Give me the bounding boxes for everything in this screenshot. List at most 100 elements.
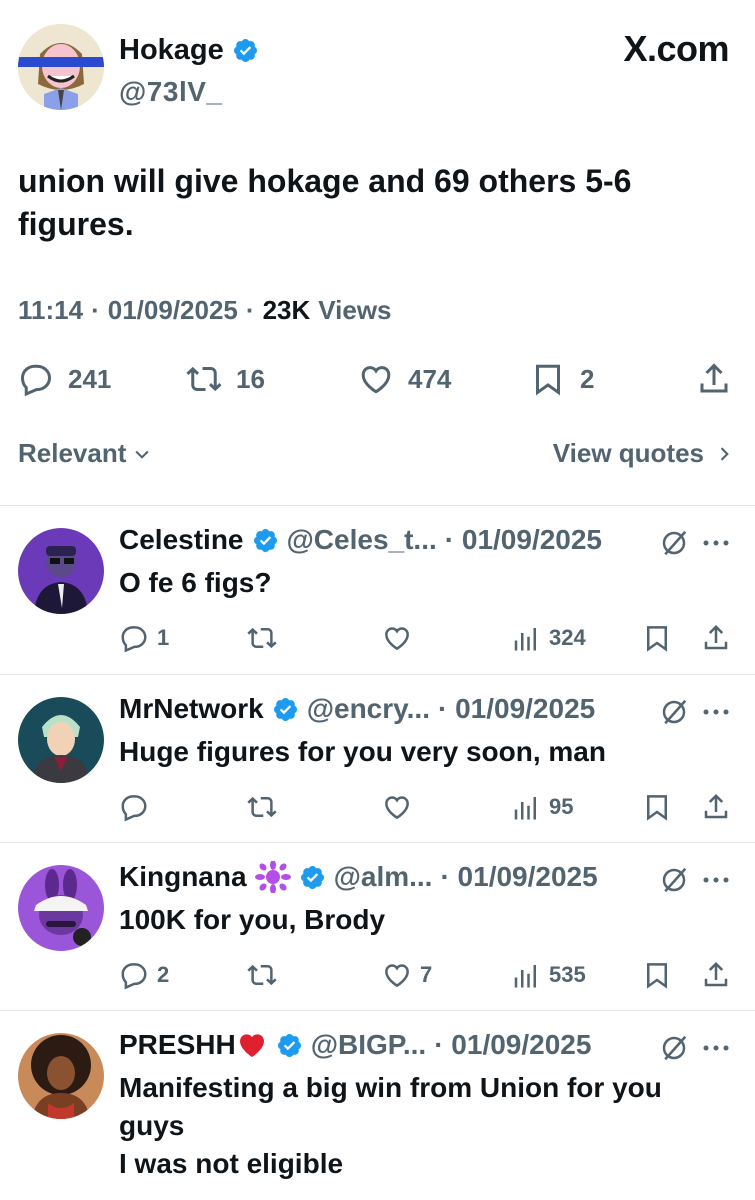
author-handle[interactable]: @73lV_ (119, 76, 222, 108)
bookmark-button[interactable]: 2 (530, 357, 594, 401)
views-button[interactable]: 324 (511, 618, 586, 658)
reply-avatar[interactable] (18, 528, 104, 614)
repost-button[interactable] (247, 955, 285, 995)
repost-button[interactable] (247, 787, 285, 827)
more-options-icon[interactable] (701, 875, 731, 885)
grok-icon[interactable] (659, 528, 689, 558)
reply-author-name[interactable]: Celestine (119, 524, 244, 556)
bookmark-button[interactable] (642, 618, 672, 658)
heart-icon (385, 796, 409, 820)
reply-avatar[interactable] (18, 865, 104, 951)
reply-item[interactable]: Celestine @Celes_t... · 01/09/2025 O fe … (0, 506, 755, 674)
share-icon (700, 363, 728, 393)
share-icon (704, 624, 728, 650)
sort-label: Relevant (18, 438, 127, 468)
reply-date[interactable]: · 01/09/2025 (440, 861, 597, 893)
reply-header: Celestine @Celes_t... · 01/09/2025 (119, 524, 602, 556)
bookmark-button[interactable] (642, 787, 672, 827)
reply-author-name[interactable]: MrNetwork (119, 693, 264, 725)
tweet-date[interactable]: 01/09/2025 (108, 295, 238, 326)
reply-header: PRESHH @BIGP... · 01/09/2025 (119, 1029, 591, 1061)
reply-date[interactable]: · 01/09/2025 (438, 693, 595, 725)
reply-button[interactable]: 241 (18, 357, 111, 401)
reply-text: Manifesting a big win from Union for you… (119, 1069, 719, 1183)
analytics-icon (514, 965, 536, 988)
reply-author-handle[interactable]: @alm... (334, 861, 433, 893)
reply-text: 100K for you, Brody (119, 904, 386, 935)
verified-badge-icon (277, 1033, 301, 1057)
reply-author-name[interactable]: Kingnana (119, 861, 247, 893)
reply-icon (121, 963, 147, 990)
reply-item[interactable]: Kingnana @alm... · 01/09/2025 100K for y… (0, 843, 755, 1011)
like-button[interactable]: 7 (382, 955, 432, 995)
repost-button[interactable] (247, 618, 285, 658)
tweet-text: union will give hokage and 69 others 5-6… (18, 163, 632, 242)
chevron-right-icon (720, 446, 729, 461)
bookmark-button[interactable] (642, 955, 672, 995)
reply-count: 1 (157, 625, 170, 650)
reply-button[interactable]: 2 (119, 955, 169, 995)
author-avatar[interactable] (18, 24, 104, 110)
more-options-icon[interactable] (701, 707, 731, 717)
reply-author-handle[interactable]: @encry... (307, 693, 430, 725)
tweet-time[interactable]: 11:14 (18, 295, 83, 326)
reply-text: O fe 6 figs? (119, 567, 272, 598)
reply-item[interactable]: PRESHH @BIGP... · 01/09/2025 Manifesting… (0, 1011, 755, 1200)
reply-date[interactable]: · 01/09/2025 (434, 1029, 591, 1061)
repost-icon (247, 627, 277, 649)
bookmark-icon (647, 963, 667, 989)
brand-logo: X.com (623, 28, 729, 69)
verified-badge-icon (300, 865, 324, 889)
sort-dropdown[interactable]: Relevant (18, 438, 152, 469)
like-button[interactable] (382, 787, 420, 827)
view-quotes-label: View quotes (552, 438, 704, 468)
reply-date[interactable]: · 01/09/2025 (445, 524, 602, 556)
tweet-actions: 241 16 474 2 (18, 357, 738, 401)
reply-author-name[interactable]: PRESHH (119, 1029, 236, 1061)
author-name[interactable]: Hokage (119, 34, 224, 67)
like-button[interactable]: 474 (358, 357, 451, 401)
reply-icon (121, 795, 147, 822)
reply-icon (20, 364, 52, 397)
repost-button[interactable]: 16 (186, 357, 265, 401)
views-count: 324 (549, 625, 586, 650)
share-button[interactable] (701, 618, 731, 658)
repost-count: 16 (236, 363, 265, 394)
more-options-icon[interactable] (701, 1043, 731, 1053)
repost-icon (247, 964, 277, 986)
bookmark-icon (647, 795, 667, 821)
repost-icon (247, 796, 277, 818)
reply-author-handle[interactable]: @Celes_t... (287, 524, 437, 556)
view-quotes-link[interactable]: View quotes (553, 438, 734, 469)
bookmark-count: 2 (580, 363, 595, 394)
chevron-down-icon (135, 450, 149, 459)
grok-icon[interactable] (659, 1033, 689, 1063)
heart-icon (385, 964, 409, 988)
views-count: 535 (549, 962, 586, 987)
purple-splash-icon (254, 861, 291, 893)
red-heart-icon (239, 1034, 264, 1057)
reply-button[interactable]: 1 (119, 618, 169, 658)
reply-avatar[interactable] (18, 697, 104, 783)
more-options-icon[interactable] (701, 538, 731, 548)
reply-count: 2 (157, 962, 170, 987)
reply-item[interactable]: MrNetwork @encry... · 01/09/2025 Huge fi… (0, 675, 755, 843)
like-count: 474 (408, 363, 452, 394)
views-label: Views (318, 295, 392, 325)
views-button[interactable]: 95 (511, 787, 573, 827)
grok-icon[interactable] (659, 697, 689, 727)
views-button[interactable]: 535 (511, 955, 586, 995)
bookmark-icon (536, 364, 560, 396)
share-button[interactable] (701, 955, 731, 995)
reply-text: Huge figures for you very soon, man (119, 736, 606, 767)
share-button[interactable] (701, 787, 731, 827)
reply-author-handle[interactable]: @BIGP... (311, 1029, 427, 1061)
grok-icon[interactable] (659, 865, 689, 895)
bookmark-icon (647, 626, 667, 652)
heart-icon (385, 627, 409, 651)
reply-button[interactable] (119, 787, 157, 827)
reply-icon (121, 626, 147, 653)
reply-avatar[interactable] (18, 1033, 104, 1119)
share-button[interactable] (696, 357, 732, 401)
like-button[interactable] (382, 618, 420, 658)
